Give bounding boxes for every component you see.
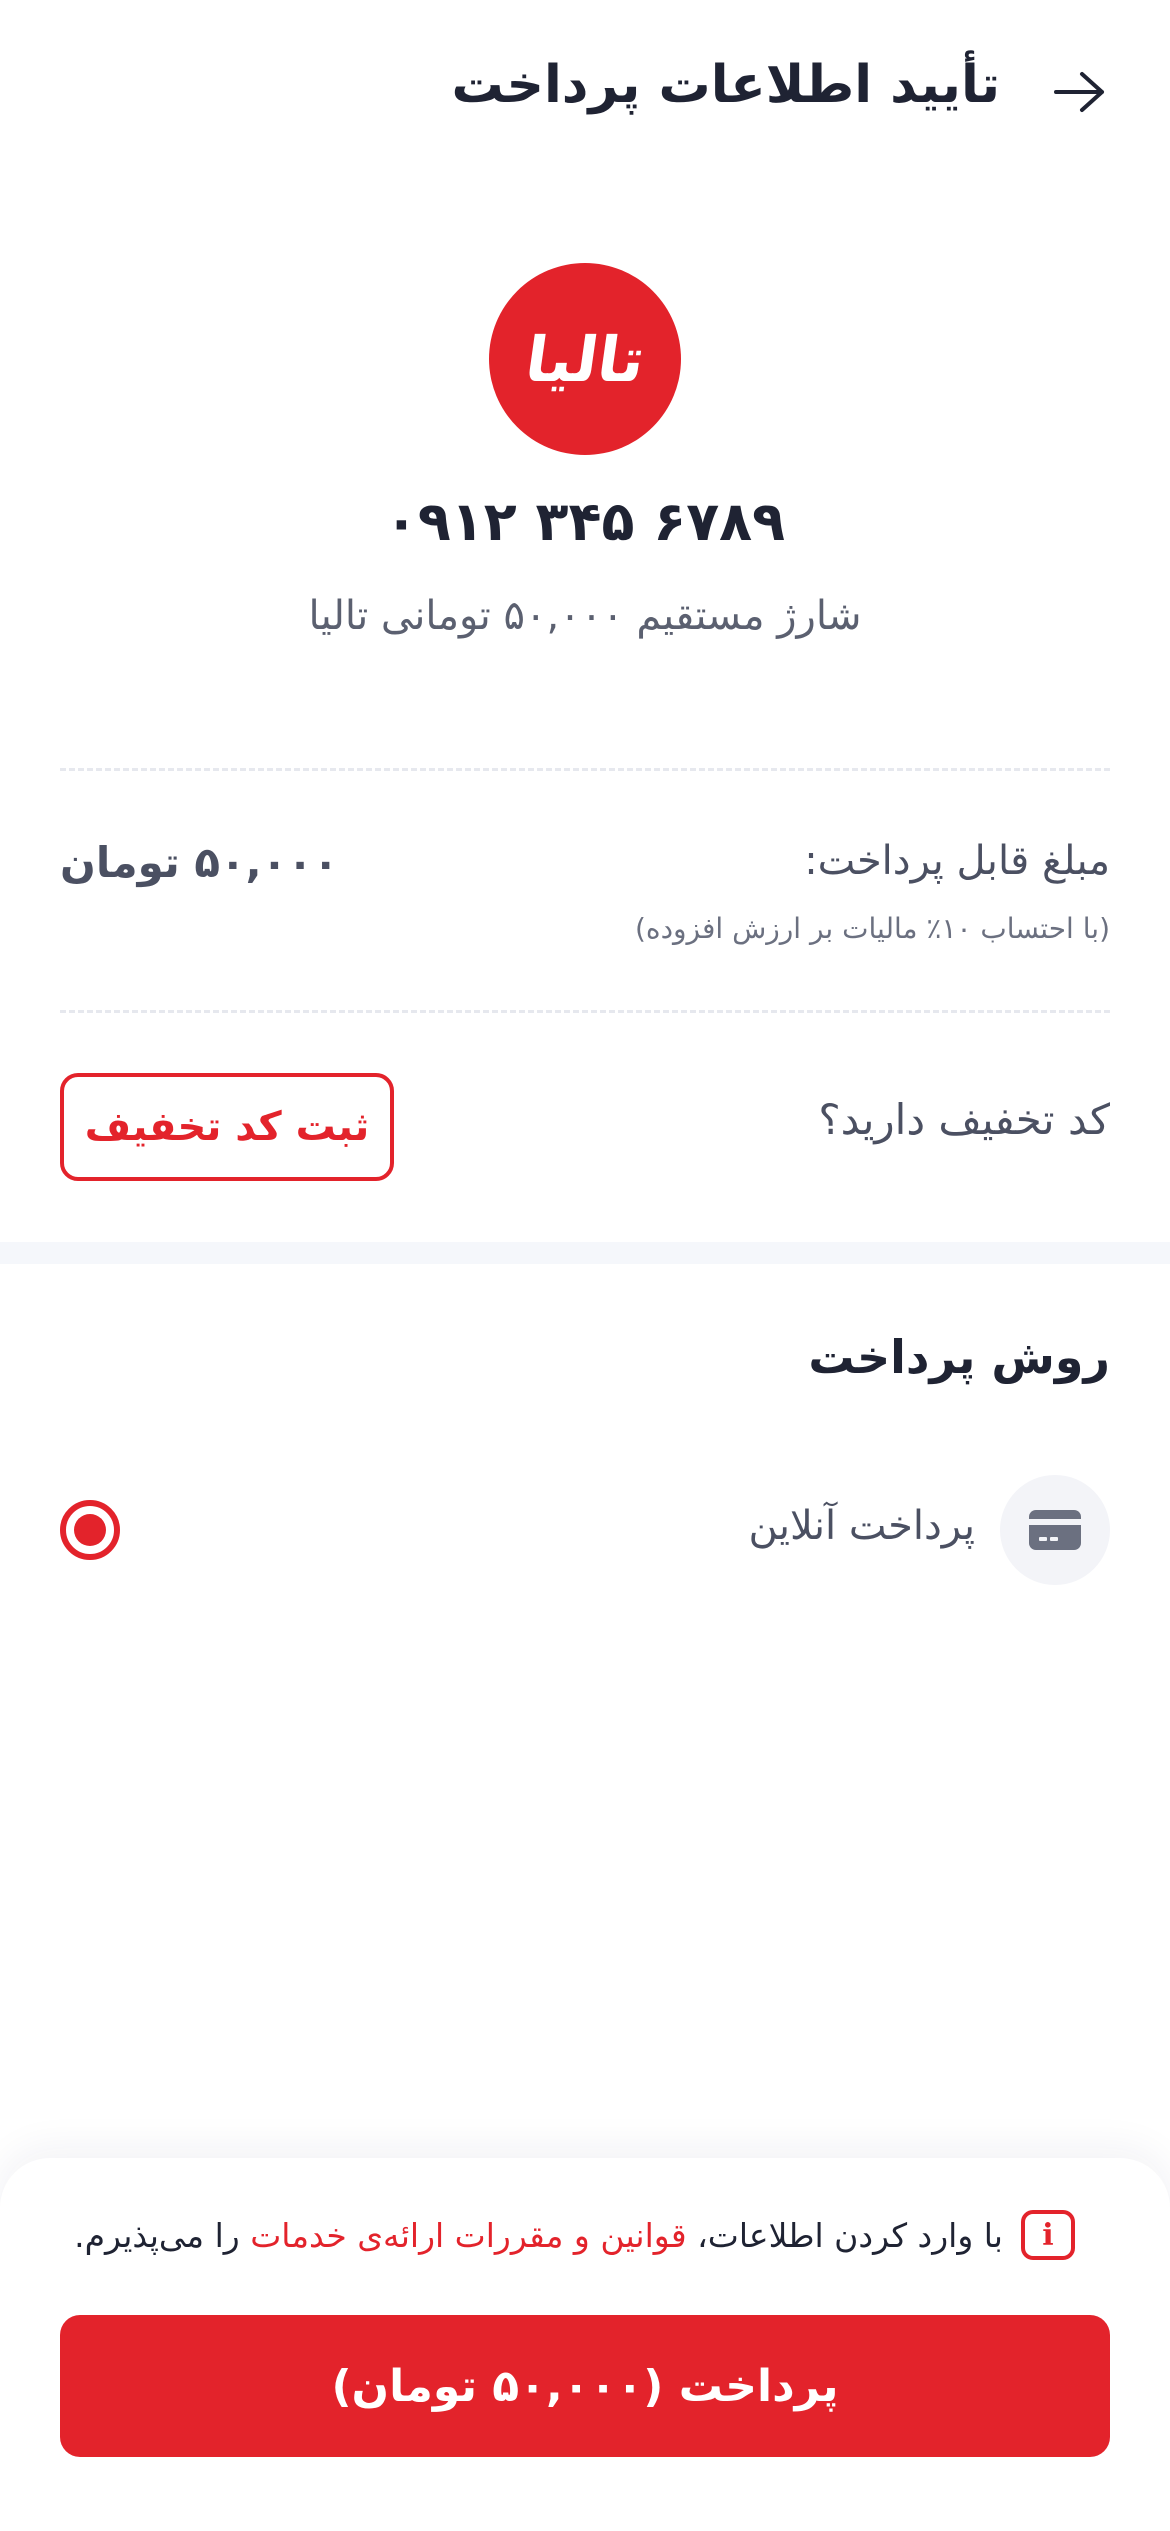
- discount-question: کد تخفیف دارید؟: [818, 1095, 1110, 1144]
- section-separator: [0, 1242, 1170, 1264]
- terms-notice: i با وارد کردن اطلاعات، قوانین و مقررات …: [74, 2210, 1075, 2260]
- tax-note: (با احتساب ۱۰٪ مالیات بر ارزش افزوده): [634, 912, 1110, 945]
- payment-option-radio[interactable]: [60, 1500, 120, 1560]
- back-button[interactable]: [1050, 62, 1110, 122]
- info-icon: i: [1021, 2210, 1075, 2260]
- terms-prefix: با وارد کردن اطلاعات،: [697, 2215, 1003, 2255]
- radio-selected-dot: [74, 1514, 106, 1546]
- terms-link[interactable]: قوانین و مقررات ارائه‌ی خدمات: [250, 2216, 686, 2255]
- terms-suffix: را می‌پذیرم.: [74, 2215, 240, 2255]
- phone-number: ۰۹۱۲ ۳۴۵ ۶۷۸۹: [384, 490, 786, 553]
- payment-option-online[interactable]: پرداخت آنلاین: [60, 1475, 1110, 1585]
- payment-confirmation-page: تأیید اطلاعات پرداخت تالیا ۰۹۱۲ ۳۴۵ ۶۷۸۹…: [0, 0, 1170, 2531]
- operator-logo-text: تالیا: [520, 322, 650, 396]
- add-discount-code-button[interactable]: ثبت کد تخفیف: [60, 1073, 394, 1181]
- divider: [60, 768, 1110, 771]
- page-title: تأیید اطلاعات پرداخت: [451, 55, 1000, 115]
- operator-logo: تالیا: [489, 263, 681, 455]
- divider: [60, 1010, 1110, 1013]
- payment-option-label: پرداخت آنلاین: [748, 1503, 975, 1549]
- pay-button[interactable]: پرداخت (۵۰,۰۰۰ تومان): [60, 2315, 1110, 2457]
- terms-text: با وارد کردن اطلاعات، قوانین و مقررات ار…: [74, 2216, 1003, 2255]
- amount-label: مبلغ قابل پرداخت:: [804, 838, 1110, 884]
- credit-card-icon: [1029, 1510, 1081, 1550]
- amount-value: ۵۰,۰۰۰ تومان: [60, 838, 339, 887]
- arrow-right-icon: [1054, 72, 1104, 112]
- credit-card-icon-wrapper: [1000, 1475, 1110, 1585]
- product-description: شارژ مستقیم ۵۰,۰۰۰ تومانی تالیا: [308, 593, 862, 639]
- payment-method-title: روش پرداخت: [808, 1330, 1110, 1384]
